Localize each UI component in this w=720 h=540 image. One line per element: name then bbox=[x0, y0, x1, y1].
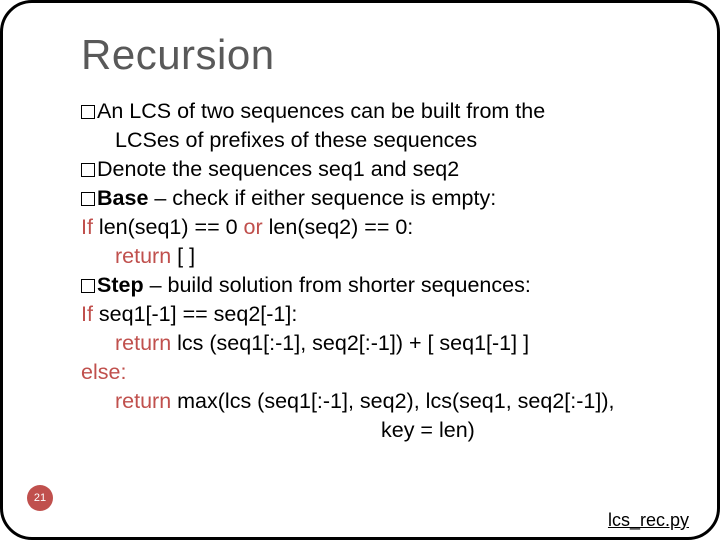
text: len(seq1) == 0 bbox=[99, 215, 238, 239]
text: – check if either sequence is empty: bbox=[148, 186, 496, 210]
text: max(lcs (seq1[:-1], seq2), lcs(seq1, seq… bbox=[171, 389, 614, 413]
bullet-line-4: Step – build solution from shorter seque… bbox=[81, 271, 667, 300]
code-line-return3: return max(lcs (seq1[:-1], seq2), lcs(se… bbox=[81, 387, 667, 416]
text: lcs (seq1[:-1], seq2[:-1]) + [ seq1[-1] … bbox=[171, 331, 529, 355]
bullet-line-2: Denote the sequences seq1 and seq2 bbox=[81, 155, 667, 184]
slide-frame: Recursion An LCS of two sequences can be… bbox=[0, 0, 720, 540]
text: An LCS of two sequences can be built fro… bbox=[97, 99, 545, 123]
code-line-return2: return lcs (seq1[:-1], seq2[:-1]) + [ se… bbox=[81, 329, 667, 358]
square-bullet-icon bbox=[81, 192, 95, 206]
bullet-line-1-cont: LCSes of prefixes of these sequences bbox=[81, 126, 667, 155]
page-number-badge: 21 bbox=[27, 485, 53, 511]
bold-text: Base bbox=[97, 186, 148, 210]
keyword-return: return bbox=[115, 389, 171, 413]
text: len(seq2) == 0: bbox=[269, 215, 414, 239]
text: Denote the sequences seq1 and seq2 bbox=[97, 157, 459, 181]
keyword-return: return bbox=[115, 331, 171, 355]
square-bullet-icon bbox=[81, 105, 95, 119]
keyword-else: else: bbox=[81, 360, 126, 384]
code-line-else: else: bbox=[81, 358, 667, 387]
code-line-if1: If len(seq1) == 0 or len(seq2) == 0: bbox=[81, 213, 667, 242]
code-line-return1: return [ ] bbox=[81, 242, 667, 271]
file-link[interactable]: lcs_rec.py bbox=[608, 510, 689, 531]
keyword-or: or bbox=[238, 215, 269, 239]
text: key = len) bbox=[381, 418, 475, 442]
keyword-return: return bbox=[115, 244, 171, 268]
bold-text: Step bbox=[97, 273, 144, 297]
code-line-if2: If seq1[-1] == seq2[-1]: bbox=[81, 300, 667, 329]
square-bullet-icon bbox=[81, 279, 95, 293]
code-line-key: key = len) bbox=[81, 416, 667, 445]
keyword-if: If bbox=[81, 215, 99, 239]
text: LCSes of prefixes of these sequences bbox=[115, 128, 477, 152]
text: – build solution from shorter sequences: bbox=[144, 273, 531, 297]
page-number: 21 bbox=[34, 492, 46, 504]
square-bullet-icon bbox=[81, 163, 95, 177]
bullet-line-1: An LCS of two sequences can be built fro… bbox=[81, 97, 667, 126]
slide-title: Recursion bbox=[81, 31, 275, 79]
text: [ ] bbox=[171, 244, 195, 268]
keyword-if: If bbox=[81, 302, 99, 326]
text: seq1[-1] == seq2[-1]: bbox=[99, 302, 297, 326]
slide-body: An LCS of two sequences can be built fro… bbox=[81, 97, 667, 445]
bullet-line-3: Base – check if either sequence is empty… bbox=[81, 184, 667, 213]
